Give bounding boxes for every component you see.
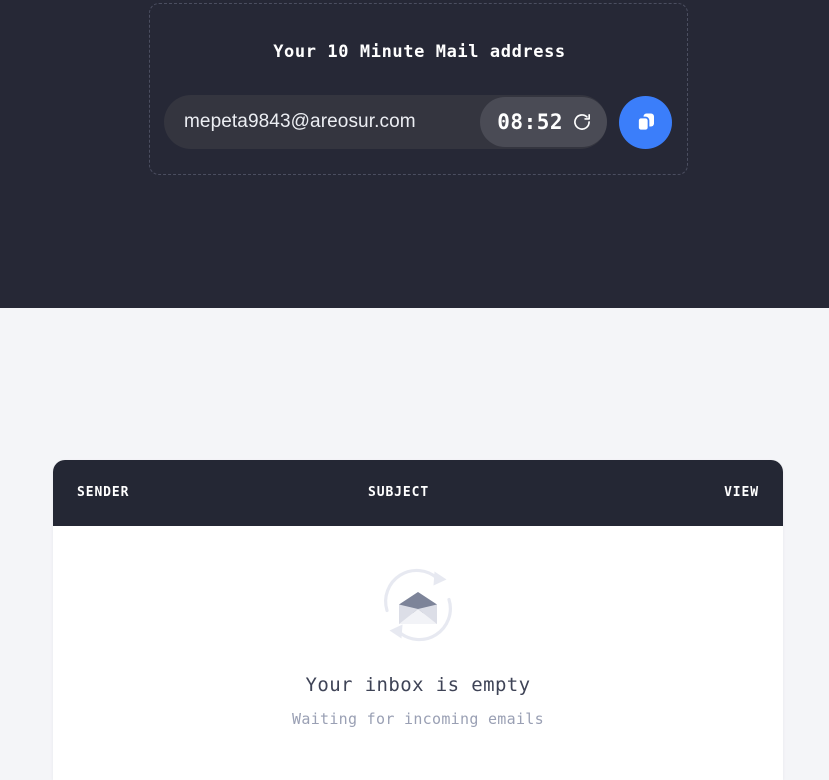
inbox-table-header: SENDER SUBJECT VIEW <box>53 460 783 526</box>
copy-icon <box>634 110 658 134</box>
hero-section: Your 10 Minute Mail address mepeta9843@a… <box>0 0 829 308</box>
column-header-subject: SUBJECT <box>368 485 430 500</box>
countdown-timer-value: 08:52 <box>497 110 563 134</box>
envelope-sync-icon <box>374 561 462 649</box>
address-panel: Your 10 Minute Mail address mepeta9843@a… <box>149 3 688 175</box>
empty-inbox-title: Your inbox is empty <box>305 674 531 696</box>
copy-address-button[interactable] <box>619 95 672 149</box>
column-header-sender: SENDER <box>77 485 130 500</box>
address-row: mepeta9843@areosur.com 08:52 <box>164 93 675 151</box>
empty-inbox-subtitle: Waiting for incoming emails <box>292 710 544 728</box>
page-title: Your 10 Minute Mail address <box>273 42 566 62</box>
empty-inbox-state: Your inbox is empty Waiting for incoming… <box>53 526 783 728</box>
column-header-view: VIEW <box>724 485 759 500</box>
refresh-icon[interactable] <box>572 112 592 132</box>
email-address-field[interactable]: mepeta9843@areosur.com 08:52 <box>164 95 607 149</box>
inbox-message-list: Your inbox is empty Waiting for incoming… <box>53 526 783 780</box>
countdown-timer[interactable]: 08:52 <box>480 97 607 147</box>
email-address-value: mepeta9843@areosur.com <box>184 111 416 132</box>
inbox-card: SENDER SUBJECT VIEW Your inbox is empty … <box>53 460 783 780</box>
